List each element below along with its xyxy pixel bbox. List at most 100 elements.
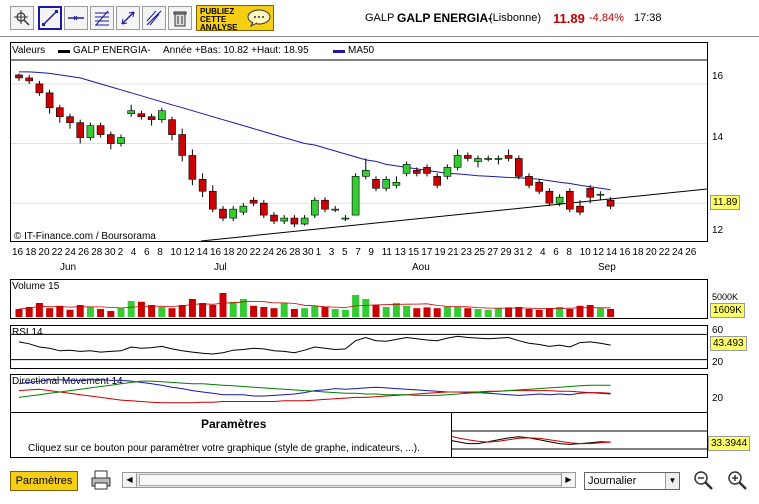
candle-body	[158, 110, 166, 120]
volume-bar	[280, 303, 288, 317]
volume-chart	[15, 293, 615, 317]
volume-bar	[46, 308, 54, 317]
x-tick-label: 15	[408, 247, 420, 258]
x-tick-label: 28	[289, 247, 301, 258]
x-tick-label: 10	[170, 247, 182, 258]
candle-body	[290, 217, 299, 225]
x-tick-label: 2	[117, 247, 124, 258]
x-tick-label: 20	[645, 247, 657, 258]
x-tick-label: 7	[355, 247, 361, 258]
x-tick-label: 14	[606, 247, 618, 258]
volume-bar	[423, 307, 431, 317]
price-panel[interactable]: Valeurs GALP ENERGIA- Année +Bas: 10.82 …	[10, 42, 708, 242]
candle-body	[525, 176, 533, 186]
x-tick-label: 12	[592, 247, 604, 258]
candle-body	[178, 134, 186, 156]
crosshair-icon[interactable]	[10, 6, 34, 30]
rsi-panel[interactable]: RSI 14	[10, 325, 708, 369]
volume-bar	[311, 305, 319, 317]
speech-bubble-icon	[247, 9, 271, 27]
x-tick-label: 26	[685, 247, 697, 258]
dm-tick-20: 20	[712, 393, 724, 404]
candle-body	[25, 77, 33, 82]
header-time: 17:38	[634, 12, 662, 24]
candle-body	[382, 179, 391, 189]
volume-bar	[219, 293, 227, 317]
rsi-tick-20: 20	[712, 357, 724, 368]
candle-body	[147, 116, 156, 120]
parameters-button[interactable]: Paramètres	[10, 471, 78, 491]
x-tick-label: 5	[342, 247, 348, 258]
publish-analysis-button[interactable]: PUBLIEZ CETTE ANALYSE	[196, 5, 274, 32]
volume-bar	[137, 301, 145, 317]
volume-bar	[188, 299, 196, 317]
candle-body	[412, 170, 421, 174]
candle-body	[127, 110, 135, 115]
volume-bar	[433, 308, 441, 317]
x-tick-label: 2	[526, 247, 533, 258]
horizontal-line-icon[interactable]	[64, 6, 88, 30]
x-tick-label: 6	[144, 247, 150, 258]
candle-body	[321, 199, 329, 210]
zoom-in-icon[interactable]	[726, 469, 748, 491]
trash-icon[interactable]	[168, 6, 192, 30]
volume-bar	[290, 309, 298, 317]
print-icon[interactable]	[90, 469, 112, 491]
x-tick-label: 28	[91, 247, 103, 258]
x-tick-label: 23	[460, 247, 472, 258]
volume-scale: 5000K	[712, 292, 739, 302]
trend-icon[interactable]	[142, 6, 166, 30]
arrows-icon[interactable]	[116, 6, 140, 30]
y-tick-14: 14	[712, 132, 724, 143]
candle-body	[107, 134, 115, 144]
volume-bar	[505, 307, 513, 317]
x-tick-label: 24	[672, 247, 684, 258]
fibonacci-icon[interactable]	[90, 6, 114, 30]
x-tick-label: 24	[262, 247, 274, 258]
volume-bar	[107, 311, 115, 317]
x-tick-label: 10	[579, 247, 591, 258]
x-tick-label: 20	[236, 247, 248, 258]
candle-body	[45, 92, 54, 109]
volume-bar	[66, 309, 74, 317]
x-tick-label: 14	[196, 247, 208, 258]
volume-bar	[331, 309, 339, 317]
header-price: 11.89	[553, 11, 585, 26]
candle-body	[545, 190, 554, 204]
dm-panel[interactable]: Directional Movement 14	[10, 374, 708, 414]
scroll-right-icon[interactable]: ▶	[561, 473, 575, 487]
zoom-out-icon[interactable]	[692, 469, 714, 491]
rsi-chart	[11, 333, 707, 361]
scroll-thumb[interactable]	[139, 474, 562, 486]
volume-bar	[178, 305, 186, 317]
y-tick-12: 12	[712, 225, 724, 236]
volume-bar	[413, 308, 421, 317]
volume-bar	[566, 309, 574, 317]
x-tick-label: 12	[183, 247, 195, 258]
candle-body	[331, 208, 340, 211]
horizontal-scrollbar[interactable]: ◀ ▶	[122, 472, 576, 488]
chevron-down-icon[interactable]: ▼	[665, 473, 679, 489]
volume-bar	[260, 307, 268, 317]
x-tick-label: 26	[276, 247, 288, 258]
bottom-bar: Paramètres ◀ ▶ Journalier ▼	[0, 466, 759, 504]
volume-panel[interactable]: Volume 15	[10, 279, 708, 319]
x-tick-label: 4	[540, 247, 546, 258]
stoch-last-tag: 33.3944	[708, 436, 751, 451]
volume-bar	[382, 307, 390, 317]
x-tick-label: 1	[315, 247, 322, 258]
scroll-left-icon[interactable]: ◀	[123, 473, 137, 487]
candle-body	[474, 158, 482, 162]
line-draw-icon[interactable]	[38, 6, 62, 30]
volume-bar	[586, 305, 594, 317]
candle-body	[66, 116, 74, 123]
volume-bar	[607, 309, 615, 317]
period-select-value: Journalier	[588, 475, 637, 487]
candle-body	[341, 217, 350, 220]
period-select[interactable]: Journalier ▼	[584, 472, 680, 490]
volume-bar	[443, 306, 451, 317]
volume-bar	[494, 308, 502, 317]
volume-bar	[35, 303, 43, 317]
candle-body	[361, 170, 370, 177]
volume-bar	[229, 301, 237, 317]
